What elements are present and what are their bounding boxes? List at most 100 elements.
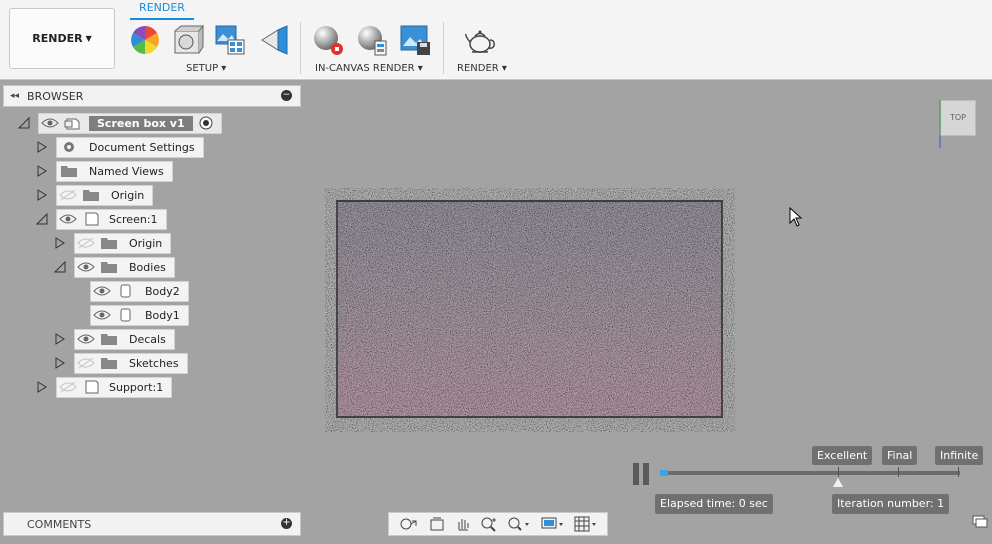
expanded-triangle-icon[interactable] (54, 261, 66, 273)
visibility-eye-icon[interactable] (41, 117, 59, 129)
folder-icon (61, 166, 77, 177)
appearance-icon[interactable] (129, 24, 161, 56)
tree-node-folder[interactable]: Bodies (74, 256, 175, 278)
collapsed-triangle-icon[interactable] (36, 141, 48, 153)
tree-node-component[interactable]: Screen box v1 (38, 112, 222, 134)
activate-radio-icon[interactable] (199, 116, 213, 130)
tree-row[interactable]: Sketches (54, 352, 188, 374)
tree-row[interactable]: Decals (54, 328, 175, 350)
hidden-eye-icon[interactable] (77, 357, 95, 369)
tree-row[interactable]: Bodies (54, 256, 175, 278)
visibility-eye-icon[interactable] (77, 261, 95, 273)
visibility-eye-icon[interactable] (77, 333, 95, 345)
tree-node-label: Screen:1 (109, 212, 158, 226)
collapsed-triangle-icon[interactable] (36, 189, 48, 201)
workspace-switcher-button[interactable]: RENDER ▼ (9, 8, 115, 69)
tree-row[interactable]: Support:1 (36, 376, 173, 398)
tree-row[interactable]: Screen:1 (36, 208, 167, 230)
pan-hand-icon[interactable] (455, 516, 471, 532)
add-comment-icon[interactable]: + (281, 518, 292, 529)
tree-node-label: Bodies (129, 260, 166, 274)
decal-icon[interactable] (258, 24, 290, 56)
minimize-icon[interactable]: − (281, 90, 292, 101)
collapsed-triangle-icon[interactable] (36, 381, 48, 393)
navigation-bar (388, 512, 608, 536)
tab-render[interactable]: RENDER (130, 0, 194, 20)
folder-icon (83, 190, 99, 201)
teapot-render-icon[interactable] (464, 24, 496, 56)
component-icon (64, 118, 80, 130)
display-settings-icon[interactable] (541, 516, 565, 532)
hidden-eye-icon[interactable] (77, 237, 95, 249)
ribbon-toolbar: RENDER ▼ RENDER SETUP ▾ IN-CANVAS RENDER… (0, 0, 992, 80)
chat-bubble-icon[interactable] (972, 515, 988, 529)
folder-icon (101, 334, 117, 345)
in-canvas-render-icon[interactable] (312, 24, 344, 56)
collapsed-triangle-icon[interactable] (54, 357, 66, 369)
gear-icon (64, 142, 74, 152)
pause-icon[interactable] (633, 463, 651, 485)
comments-panel-header: COMMENTS + (3, 512, 301, 536)
collapsed-triangle-icon[interactable] (54, 333, 66, 345)
capture-image-icon[interactable] (399, 24, 431, 56)
tree-row[interactable]: Body1 (90, 304, 189, 326)
collapsed-triangle-icon[interactable] (54, 237, 66, 249)
fit-zoom-window-icon[interactable] (507, 516, 531, 532)
zoom-icon[interactable] (480, 516, 498, 532)
tree-node-component[interactable]: Support:1 (56, 376, 173, 398)
tree-node-body[interactable]: Body1 (90, 304, 189, 326)
tree-row[interactable]: Body2 (90, 280, 189, 302)
visibility-eye-icon[interactable] (93, 309, 111, 321)
view-cube[interactable]: TOP (936, 98, 978, 148)
in-canvas-render-settings-icon[interactable] (356, 24, 388, 56)
visibility-eye-icon[interactable] (93, 285, 111, 297)
orbit-icon[interactable] (398, 516, 420, 532)
texture-map-icon[interactable] (214, 24, 246, 56)
tree-node-folder[interactable]: Origin (74, 232, 172, 254)
hidden-eye-icon[interactable] (59, 381, 77, 393)
tree-row[interactable]: Origin (54, 232, 172, 254)
look-at-icon[interactable] (429, 516, 445, 532)
render-group-label[interactable]: RENDER ▾ (457, 63, 507, 74)
tree-node-label: Origin (111, 188, 145, 202)
scene-settings-icon[interactable] (172, 24, 204, 56)
expanded-triangle-icon[interactable] (36, 213, 48, 225)
tree-node-label: Body1 (145, 308, 180, 322)
tree-row[interactable]: Origin (36, 184, 154, 206)
tree-node-folder[interactable]: Origin (56, 184, 154, 206)
collapse-panel-icon[interactable]: ◂◂ (10, 91, 19, 101)
tree-node-folder[interactable]: Document Settings (56, 136, 204, 158)
tree-node-label: Support:1 (109, 380, 164, 394)
body-icon (120, 284, 131, 298)
setup-group-label[interactable]: SETUP ▾ (186, 63, 226, 74)
tree-row[interactable]: Named Views (36, 160, 173, 182)
progress-tick (898, 467, 899, 477)
tree-node-body[interactable]: Body2 (90, 280, 189, 302)
tree-node-folder[interactable]: Decals (74, 328, 175, 350)
in-canvas-render-group-label[interactable]: IN-CANVAS RENDER ▾ (315, 63, 423, 74)
tree-node-folder[interactable]: Named Views (56, 160, 173, 182)
visibility-eye-icon[interactable] (59, 213, 77, 225)
tree-row[interactable]: Screen box v1 (18, 112, 222, 134)
tree-node-folder[interactable]: Sketches (74, 352, 188, 374)
tree-node-label: Sketches (129, 356, 179, 370)
tree-node-label: Named Views (89, 164, 164, 178)
iteration-number-label: Iteration number: 1 (832, 494, 950, 514)
caret-down-icon: ▼ (85, 34, 92, 43)
toolbar-divider (300, 22, 301, 74)
mouse-cursor-icon (789, 207, 803, 227)
render-progress-track[interactable] (660, 471, 960, 475)
quality-excellent-label[interactable]: Excellent (812, 446, 873, 465)
hidden-eye-icon[interactable] (59, 189, 77, 201)
comments-title: COMMENTS (27, 517, 92, 531)
tree-row[interactable]: Document Settings (36, 136, 204, 158)
quality-infinite-label[interactable]: Infinite (935, 446, 984, 465)
quality-final-label[interactable]: Final (882, 446, 918, 465)
progress-tick (958, 467, 959, 477)
collapsed-triangle-icon[interactable] (36, 165, 48, 177)
tree-node-label: Body2 (145, 284, 180, 298)
grid-snap-icon[interactable] (574, 516, 598, 532)
tree-node-component[interactable]: Screen:1 (56, 208, 167, 230)
expanded-triangle-icon[interactable] (18, 117, 30, 129)
quality-target-marker-icon[interactable] (833, 478, 843, 487)
